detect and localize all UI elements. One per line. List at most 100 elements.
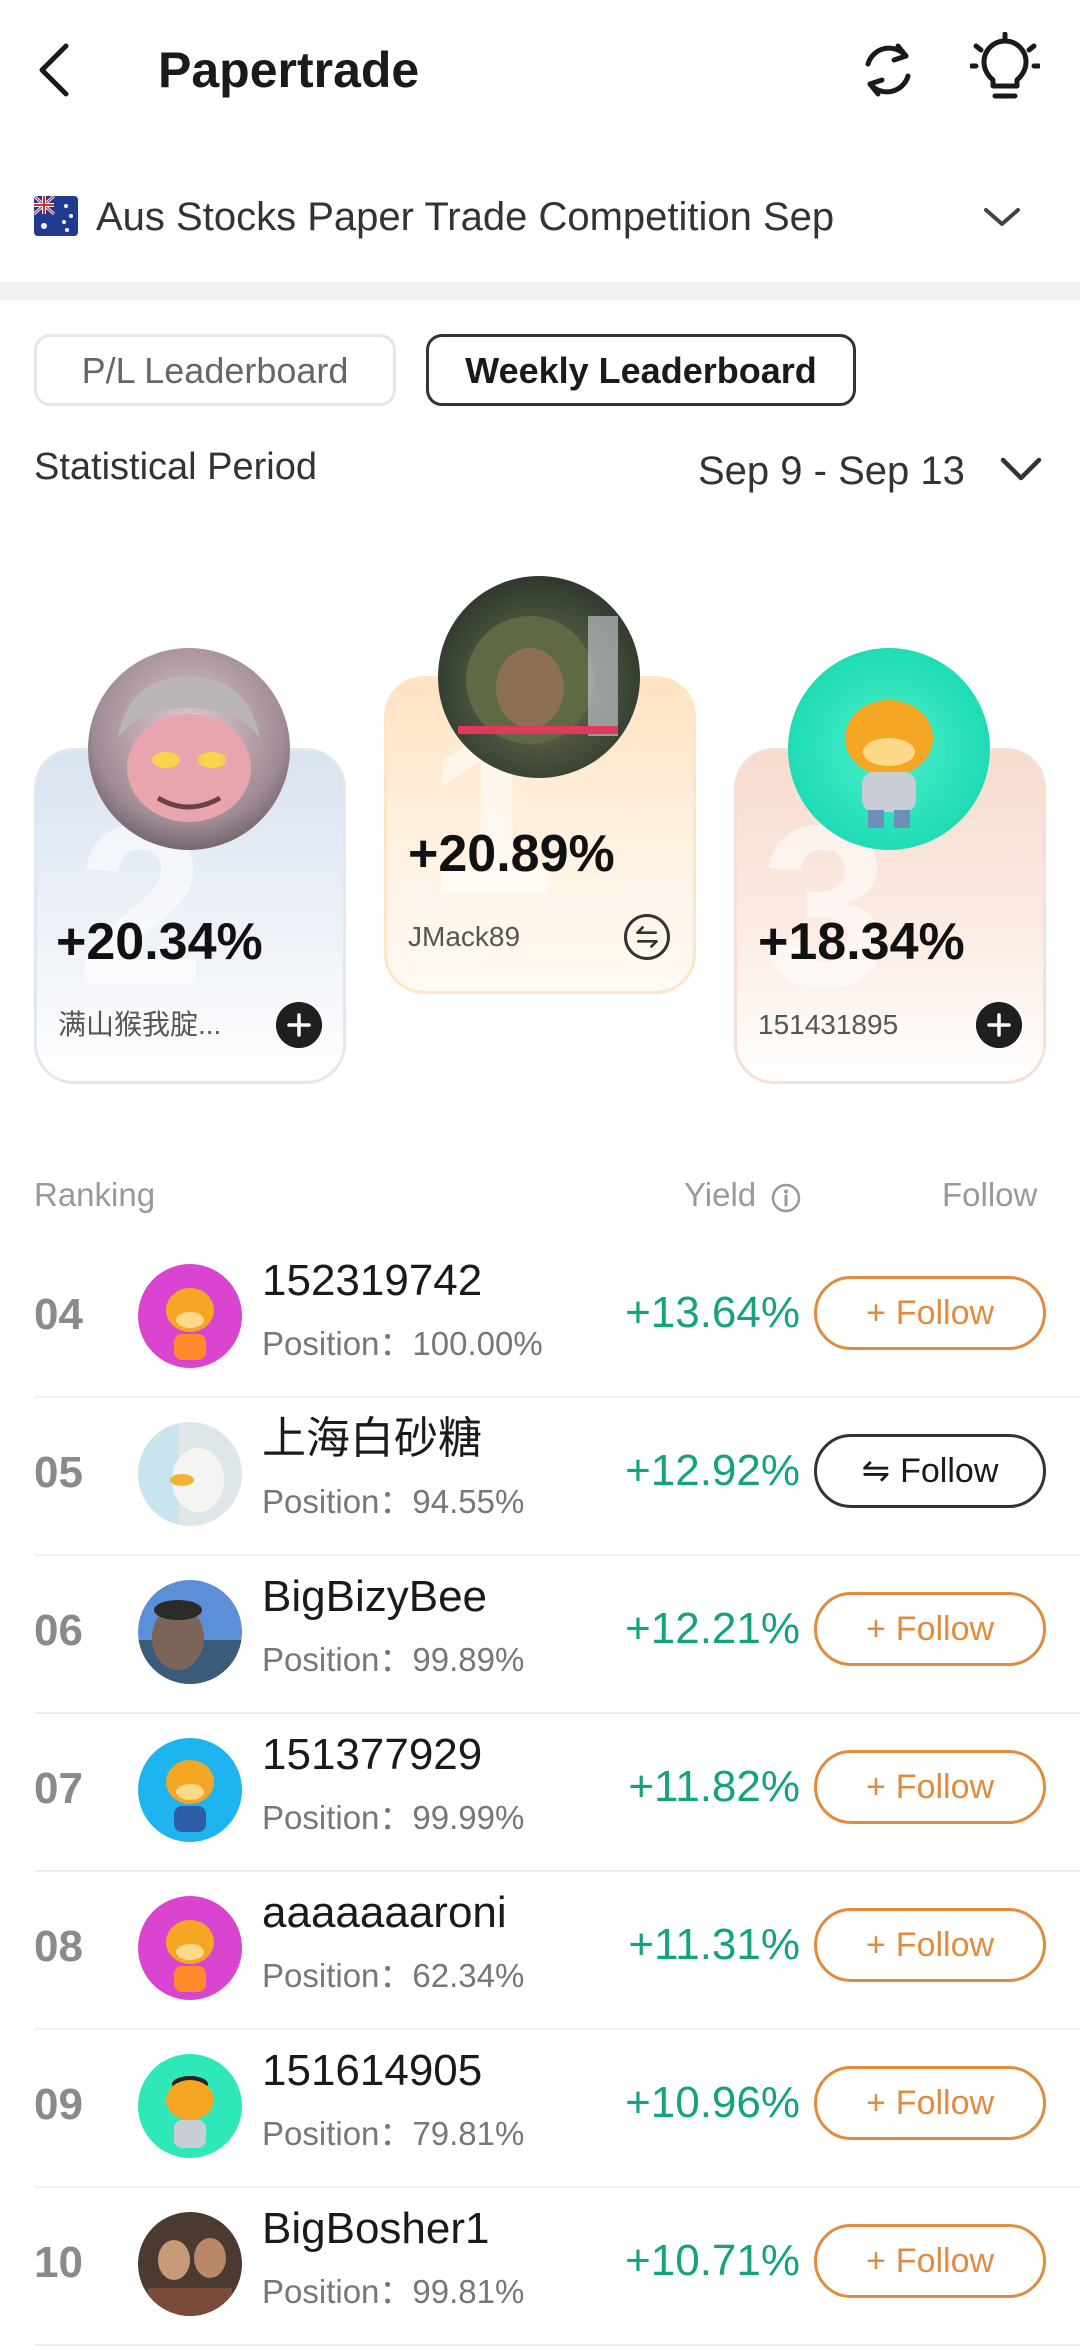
follow-button[interactable]: + Follow	[814, 1592, 1046, 1666]
table-row[interactable]: 09 151614905 Position：79.81% +10.96% + Fo…	[34, 2030, 1080, 2188]
tab-weekly-leaderboard[interactable]: Weekly Leaderboard	[426, 334, 856, 406]
bull-mascot-avatar-image	[138, 2054, 242, 2158]
position-value: 79.81%	[412, 2115, 525, 2152]
table-row[interactable]: 05 上海白砂糖 Position：94.55% +12.92% ⇋ Follow	[34, 1398, 1080, 1556]
info-icon[interactable]	[770, 1182, 802, 1214]
table-row[interactable]: 08 aaaaaaaroni Position：62.34% +11.31% +…	[34, 1872, 1080, 2030]
column-header-follow: Follow	[942, 1176, 1038, 1213]
row-yield: +12.21%	[625, 1604, 800, 1653]
bull-mascot-avatar-image	[138, 1738, 242, 1842]
following-button[interactable]: ⇋ Follow	[814, 1434, 1046, 1508]
follow-plus-button[interactable]	[276, 1002, 322, 1048]
avatar[interactable]	[138, 1738, 242, 1842]
column-header-yield: Yield	[684, 1176, 757, 1213]
row-rank: 09	[34, 2080, 83, 2129]
row-username: 152319742	[262, 1256, 483, 1305]
row-rank: 06	[34, 1606, 83, 1655]
competition-name: Aus Stocks Paper Trade Competition Sep	[96, 195, 835, 239]
podium-name-third: 151431895	[758, 1009, 899, 1040]
position-value: 99.81%	[412, 2273, 525, 2310]
row-username: 151377929	[262, 1730, 483, 1779]
position-label: Position：	[262, 2115, 413, 2152]
table-row[interactable]: 04 152319742 Position：100.00% +13.64% + F…	[34, 1240, 1080, 1398]
avatar[interactable]	[138, 2212, 242, 2316]
row-position: Position：100.00%	[262, 1324, 543, 1364]
podium-name-first: JMack89	[408, 921, 521, 952]
avatar[interactable]	[438, 576, 640, 778]
bull-mascot-avatar-image	[845, 700, 933, 828]
row-rank: 08	[34, 1922, 83, 1971]
back-icon[interactable]	[34, 40, 74, 100]
refresh-icon[interactable]	[856, 38, 920, 102]
row-position: Position：62.34%	[262, 1956, 524, 1996]
follow-button[interactable]: + Follow	[814, 2066, 1046, 2140]
row-username: BigBizyBee	[262, 1572, 488, 1621]
row-position: Position：99.81%	[262, 2272, 524, 2312]
position-label: Position：	[262, 1325, 413, 1362]
row-position: Position：79.81%	[262, 2114, 524, 2154]
row-username: BigBosher1	[262, 2204, 490, 2253]
row-yield: +10.71%	[625, 2236, 800, 2285]
plus-icon: +	[865, 2242, 886, 2280]
row-rank: 10	[34, 2238, 83, 2287]
lightbulb-icon[interactable]	[970, 32, 1040, 104]
podium-yield-second: +20.34%	[56, 913, 263, 971]
avatar[interactable]	[138, 2054, 242, 2158]
row-position: Position：99.99%	[262, 1798, 524, 1838]
period-value[interactable]: Sep 9 - Sep 13	[698, 448, 965, 494]
app-header: Papertrade	[0, 0, 1080, 140]
follow-label: Follow	[895, 1610, 995, 1648]
follow-plus-button[interactable]	[976, 1002, 1022, 1048]
plus-icon: +	[865, 1926, 886, 1964]
avatar[interactable]	[138, 1896, 242, 2000]
follow-label: Follow	[895, 1926, 995, 1964]
avatar[interactable]	[138, 1264, 242, 1368]
avatar[interactable]	[138, 1580, 242, 1684]
table-row[interactable]: 06 BigBizyBee Position：99.89% +12.21% + F…	[34, 1556, 1080, 1714]
monkey-avatar-image	[118, 676, 260, 822]
chevron-down-icon[interactable]	[998, 454, 1044, 486]
australia-flag-icon	[34, 196, 78, 236]
position-label: Position：	[262, 1641, 413, 1678]
follow-label: Follow	[895, 1768, 995, 1806]
avatar[interactable]	[138, 1422, 242, 1526]
plus-icon: +	[865, 2084, 886, 2122]
chevron-down-icon[interactable]	[980, 202, 1024, 232]
avatar[interactable]	[88, 648, 290, 850]
column-header-ranking: Ranking	[34, 1176, 156, 1213]
bull-mascot-avatar-image	[138, 1896, 242, 2000]
swap-icon: ⇋	[861, 1452, 891, 1490]
row-username: 151614905	[262, 2046, 483, 2095]
following-swap-button[interactable]	[624, 914, 670, 960]
page-title: Papertrade	[158, 42, 420, 98]
row-yield: +11.82%	[628, 1762, 800, 1811]
follow-label: Follow	[895, 2242, 995, 2280]
follow-button[interactable]: + Follow	[814, 1908, 1046, 1982]
follow-button[interactable]: + Follow	[814, 1276, 1046, 1350]
follow-label: Follow	[895, 1294, 995, 1332]
row-position: Position：99.89%	[262, 1640, 524, 1680]
row-username: aaaaaaaroni	[262, 1888, 507, 1937]
position-value: 100.00%	[412, 1325, 543, 1362]
plus-icon: +	[865, 1610, 886, 1648]
row-rank: 05	[34, 1448, 83, 1497]
competition-selector[interactable]: Aus Stocks Paper Trade Competition Sep	[0, 172, 1080, 262]
tab-pl-leaderboard[interactable]: P/L Leaderboard	[34, 334, 396, 406]
table-row[interactable]: 07 151377929 Position：99.99% +11.82% + Fo…	[34, 1714, 1080, 1872]
row-yield: +11.31%	[628, 1920, 800, 1969]
row-yield: +12.92%	[625, 1446, 800, 1495]
avatar[interactable]	[788, 648, 990, 850]
follow-button[interactable]: + Follow	[814, 1750, 1046, 1824]
position-label: Position：	[262, 1483, 413, 1520]
position-value: 62.34%	[412, 1957, 525, 1994]
table-row[interactable]: 10 BigBosher1 Position：99.81% +10.71% + F…	[34, 2188, 1080, 2346]
position-label: Position：	[262, 2273, 413, 2310]
podium-yield-first: +20.89%	[408, 825, 615, 883]
row-position: Position：94.55%	[262, 1482, 524, 1522]
lion-statue-avatar-image	[458, 616, 618, 744]
follow-label: Follow	[900, 1452, 999, 1490]
follow-button[interactable]: + Follow	[814, 2224, 1046, 2298]
position-label: Position：	[262, 1799, 413, 1836]
position-value: 94.55%	[412, 1483, 525, 1520]
plus-icon: +	[865, 1768, 886, 1806]
